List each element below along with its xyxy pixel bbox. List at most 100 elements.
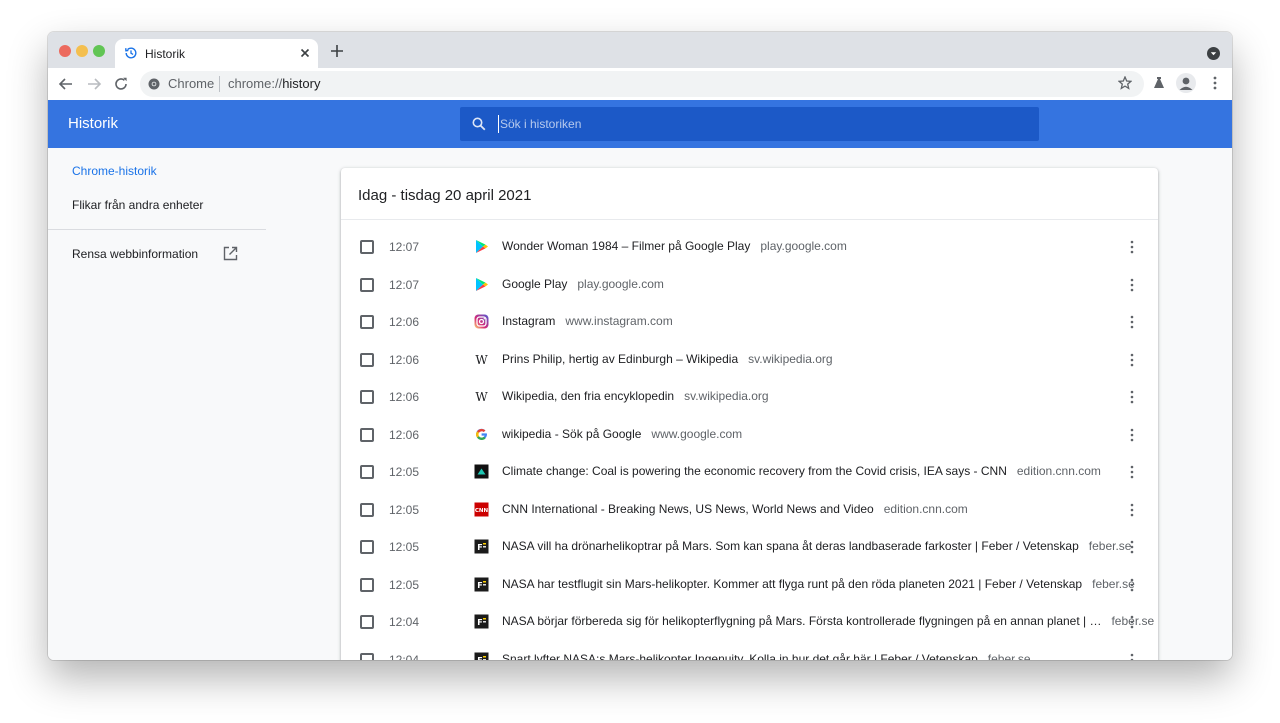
row-title-line: Prins Philip, hertig av Edinburgh – Wiki… bbox=[502, 352, 833, 366]
history-row[interactable]: 12:07 Google Play play.google.com bbox=[341, 266, 1158, 303]
google-play-icon bbox=[474, 239, 489, 254]
row-title-link[interactable]: NASA har testflugit sin Mars-helikopter.… bbox=[502, 577, 1082, 591]
history-row[interactable]: 12:05 F NASA vill ha drönarhelikoptrar på … bbox=[341, 528, 1158, 565]
row-checkbox[interactable] bbox=[360, 352, 374, 367]
row-menu-icon[interactable] bbox=[1129, 653, 1135, 661]
address-url: chrome://history bbox=[228, 76, 321, 91]
svg-text:F: F bbox=[477, 543, 482, 552]
wikipedia-icon: W bbox=[474, 389, 489, 404]
history-row[interactable]: 12:06 W Wikipedia, den fria encyklopedin sv… bbox=[341, 378, 1158, 415]
sidebar-item-chrome-history[interactable]: Chrome-historik bbox=[72, 164, 157, 178]
avatar[interactable] bbox=[1176, 73, 1196, 93]
tab-history[interactable]: Historik bbox=[115, 39, 318, 68]
row-title-link[interactable]: Climate change: Coal is powering the eco… bbox=[502, 464, 1007, 478]
row-time: 12:06 bbox=[389, 427, 420, 442]
address-bar[interactable]: Chrome chrome://history bbox=[140, 71, 1144, 97]
row-domain: sv.wikipedia.org bbox=[684, 389, 769, 403]
row-title-line: NASA börjar förbereda sig för helikopter… bbox=[502, 614, 1154, 628]
history-row[interactable]: 12:05 F NASA har testflugit sin Mars-helik… bbox=[341, 566, 1158, 603]
history-row[interactable]: 12:04 F Snart lyfter NASA:s Mars-helikopte… bbox=[341, 641, 1158, 661]
toolbar: Chrome chrome://history bbox=[48, 68, 1232, 100]
clear-browsing-data-link[interactable]: Rensa webbinformation bbox=[72, 247, 198, 261]
history-row[interactable]: 12:06 wikipedia - Sök på Google www.google… bbox=[341, 416, 1158, 453]
row-menu-icon[interactable] bbox=[1129, 540, 1135, 554]
new-tab-icon[interactable] bbox=[330, 44, 344, 58]
row-checkbox[interactable] bbox=[360, 315, 374, 329]
instagram-icon bbox=[474, 314, 489, 329]
row-checkbox[interactable] bbox=[360, 390, 374, 404]
row-title-link[interactable]: NASA vill ha drönarhelikoptrar på Mars. … bbox=[502, 539, 1079, 553]
row-menu-icon[interactable] bbox=[1129, 615, 1135, 629]
feber-icon: F bbox=[474, 652, 489, 660]
history-row[interactable]: 12:05 CNN CNN International - Breaking New… bbox=[341, 491, 1158, 528]
reload-icon[interactable] bbox=[113, 76, 129, 92]
back-icon[interactable] bbox=[58, 76, 74, 92]
row-checkbox[interactable] bbox=[360, 502, 374, 517]
minimize-window-button[interactable] bbox=[76, 45, 88, 57]
history-row[interactable]: 12:06 Instagram www.instagram.com bbox=[341, 303, 1158, 340]
sidebar: Chrome-historik Flikar från andra enhete… bbox=[48, 148, 266, 660]
wikipedia-icon: W bbox=[474, 352, 489, 367]
history-row[interactable]: 12:07 Wonder Woman 1984 – Filmer på Googl… bbox=[341, 228, 1158, 265]
sidebar-item-other-devices[interactable]: Flikar från andra enheter bbox=[72, 198, 203, 212]
maximize-window-button[interactable] bbox=[93, 45, 105, 57]
address-separator bbox=[219, 76, 220, 92]
row-domain: play.google.com bbox=[577, 276, 664, 291]
row-title-link[interactable]: Prins Philip, hertig av Edinburgh – Wiki… bbox=[502, 352, 738, 366]
extensions-icon[interactable] bbox=[1152, 76, 1166, 90]
row-title-link[interactable]: Snart lyfter NASA:s Mars-helikopter Inge… bbox=[502, 652, 978, 661]
row-checkbox[interactable] bbox=[360, 577, 374, 592]
tab-search-icon[interactable] bbox=[1207, 47, 1220, 60]
close-window-button[interactable] bbox=[59, 45, 71, 57]
search-input[interactable] bbox=[498, 115, 1018, 133]
history-row[interactable]: 12:06 W Prins Philip, hertig av Edinburgh … bbox=[341, 341, 1158, 378]
history-header: Historik bbox=[48, 100, 1232, 148]
row-domain: sv.wikipedia.org bbox=[748, 351, 833, 366]
row-domain: feber.se bbox=[1088, 539, 1132, 553]
chrome-menu-icon[interactable] bbox=[1209, 76, 1221, 90]
row-checkbox[interactable] bbox=[360, 615, 374, 629]
close-tab-icon[interactable] bbox=[297, 45, 313, 61]
row-menu-icon[interactable] bbox=[1129, 503, 1135, 517]
row-title-line: Wonder Woman 1984 – Filmer på Google Pla… bbox=[502, 239, 847, 253]
card-divider bbox=[341, 219, 1158, 220]
row-menu-icon[interactable] bbox=[1129, 390, 1135, 404]
row-title-link[interactable]: Wikipedia, den fria encyklopedin bbox=[502, 389, 674, 403]
history-card: Idag - tisdag 20 april 2021 12:07 Wonder … bbox=[341, 168, 1158, 660]
row-checkbox[interactable] bbox=[360, 465, 374, 479]
row-time: 12:04 bbox=[389, 652, 420, 661]
svg-text:W: W bbox=[475, 390, 488, 404]
row-time: 12:06 bbox=[389, 352, 420, 367]
row-menu-icon[interactable] bbox=[1129, 240, 1135, 254]
row-time: 12:04 bbox=[389, 615, 420, 629]
row-domain: www.google.com bbox=[651, 426, 743, 441]
row-menu-icon[interactable] bbox=[1129, 578, 1135, 592]
row-checkbox[interactable] bbox=[360, 427, 374, 442]
history-row[interactable]: 12:05 Climate change: Coal is powering th… bbox=[341, 453, 1158, 490]
search-box[interactable] bbox=[460, 107, 1039, 141]
row-checkbox[interactable] bbox=[360, 240, 374, 254]
row-title-link[interactable]: NASA börjar förbereda sig för helikopter… bbox=[502, 614, 1101, 628]
forward-icon[interactable] bbox=[86, 76, 102, 92]
bookmark-star-icon[interactable] bbox=[1118, 76, 1132, 90]
row-title-link[interactable]: Wonder Woman 1984 – Filmer på Google Pla… bbox=[502, 239, 750, 253]
row-menu-icon[interactable] bbox=[1129, 278, 1135, 292]
row-title-link[interactable]: Instagram bbox=[502, 314, 555, 328]
chrome-icon bbox=[148, 78, 160, 90]
row-checkbox[interactable] bbox=[360, 540, 374, 554]
row-checkbox[interactable] bbox=[360, 652, 374, 660]
svg-text:F: F bbox=[477, 618, 482, 627]
history-row[interactable]: 12:04 F NASA börjar förbereda sig för heli… bbox=[341, 603, 1158, 640]
row-title-link[interactable]: wikipedia - Sök på Google bbox=[502, 427, 641, 441]
row-time: 12:07 bbox=[389, 277, 420, 292]
row-menu-icon[interactable] bbox=[1129, 465, 1135, 479]
row-menu-icon[interactable] bbox=[1129, 353, 1135, 367]
row-menu-icon[interactable] bbox=[1129, 315, 1135, 329]
sidebar-divider bbox=[48, 229, 266, 230]
row-menu-icon[interactable] bbox=[1129, 428, 1135, 442]
row-title-link[interactable]: CNN International - Breaking News, US Ne… bbox=[502, 502, 874, 516]
open-in-new-icon[interactable] bbox=[223, 246, 238, 261]
row-checkbox[interactable] bbox=[360, 277, 374, 292]
row-title-link[interactable]: Google Play bbox=[502, 277, 567, 291]
main-content: Chrome-historik Flikar från andra enhete… bbox=[48, 148, 1232, 660]
